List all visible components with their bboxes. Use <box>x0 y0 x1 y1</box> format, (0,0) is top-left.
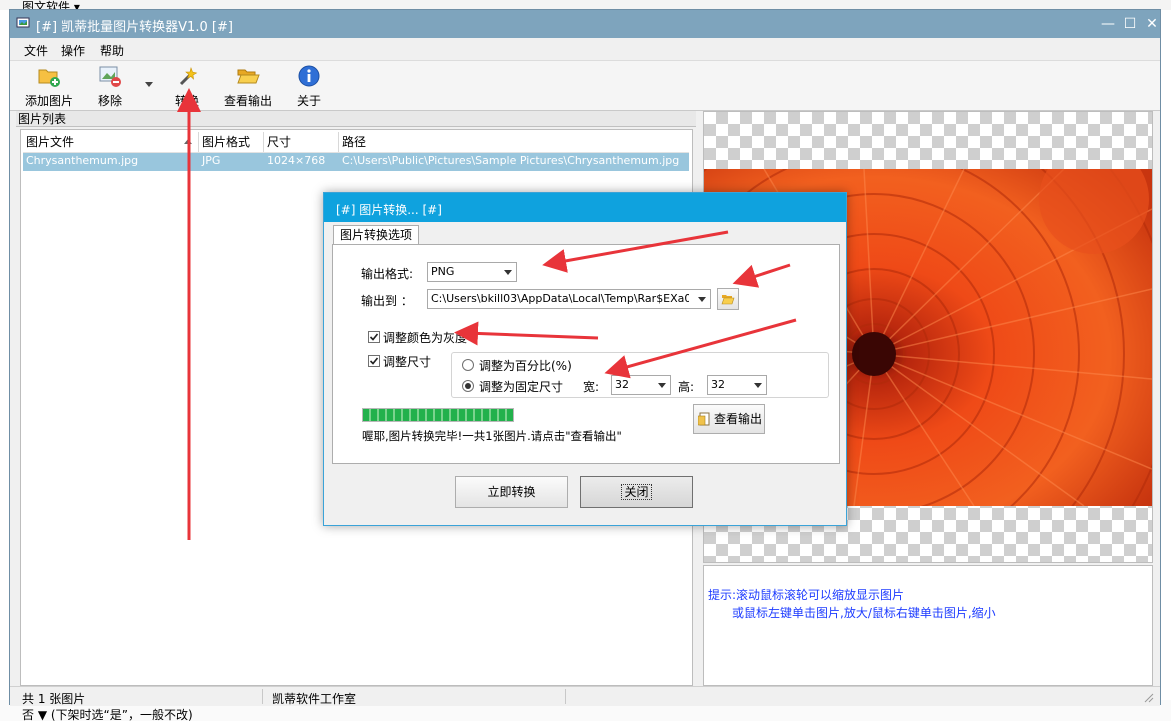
app-icon <box>16 17 30 28</box>
chevron-down-icon <box>504 270 512 275</box>
width-select[interactable]: 32 <box>611 375 671 395</box>
image-list-caption: 图片列表 <box>16 111 696 127</box>
background-bottom-text: 否 ▼ (下架时选“是”，一般不改) <box>22 708 193 722</box>
column-header-format[interactable]: 图片格式 <box>199 132 264 152</box>
title-bar[interactable]: [#] 凯蒂批量图片转换器V1.0 [#] — ☐ ✕ <box>10 10 1160 38</box>
output-to-label: 输出到 ： <box>361 294 413 308</box>
fixed-size-radio[interactable] <box>462 380 474 392</box>
hint-area: 提示:滚动鼠标滚轮可以缩放显示图片 或鼠标左键单击图片,放大/鼠标右键单击图片,… <box>703 565 1153 686</box>
remove-label: 移除 <box>97 94 122 108</box>
cell-size: 1024×768 <box>267 154 326 167</box>
convert-button[interactable]: 转换 <box>166 61 208 109</box>
image-remove-icon <box>99 66 121 87</box>
output-path-select[interactable]: C:\Users\bkill03\AppData\Local\Temp\Rar$… <box>427 289 711 309</box>
resize-options-group: 调整为百分比(%) 调整为固定尺寸 宽: 32 高: 32 <box>451 352 829 398</box>
folder-open-icon <box>721 295 735 305</box>
cell-path: C:\Users\Public\Pictures\Sample Pictures… <box>342 154 680 167</box>
add-image-label: 添加图片 <box>24 94 73 108</box>
menu-file[interactable]: 文件 <box>24 42 48 59</box>
grayscale-label[interactable]: 调整颜色为灰度 <box>383 329 467 346</box>
sort-ascending-icon <box>184 139 192 144</box>
resize-checkbox[interactable] <box>368 355 380 367</box>
chevron-down-icon <box>698 297 706 302</box>
check-icon <box>369 357 379 365</box>
chevron-down-icon <box>754 383 762 388</box>
image-count: 共 1 张图片 <box>22 692 86 706</box>
cell-format: JPG <box>202 154 221 167</box>
check-icon <box>369 333 379 341</box>
remove-button[interactable]: 移除 <box>88 61 132 109</box>
resize-label[interactable]: 调整尺寸 <box>383 353 431 370</box>
menu-operate[interactable]: 操作 <box>61 42 85 59</box>
fixed-size-label[interactable]: 调整为固定尺寸 <box>479 378 563 395</box>
resize-grip-icon[interactable] <box>1142 691 1154 703</box>
cell-file: Chrysanthemum.jpg <box>26 154 139 167</box>
status-bar: 共 1 张图片 凯蒂软件工作室 <box>10 686 1160 706</box>
hint-line-1: 提示:滚动鼠标滚轮可以缩放显示图片 <box>708 588 905 602</box>
column-header-file[interactable]: 图片文件 <box>23 132 199 152</box>
convert-now-button[interactable]: 立即转换 <box>455 476 568 508</box>
browse-folder-button[interactable] <box>717 288 739 310</box>
add-image-button[interactable]: 添加图片 <box>18 61 80 109</box>
progress-fill <box>363 409 513 421</box>
percent-radio[interactable] <box>462 359 474 371</box>
column-header-path[interactable]: 路径 <box>339 132 689 152</box>
width-label: 宽: <box>583 380 600 394</box>
percent-label[interactable]: 调整为百分比(%) <box>479 357 572 374</box>
conversion-progress-bar <box>362 408 514 422</box>
menu-bar: 文件 操作 帮助 <box>10 38 1160 61</box>
conversion-message: 喔耶,图片转换完毕!一共1张图片.请点击"查看输出" <box>362 429 622 443</box>
menu-help[interactable]: 帮助 <box>100 42 124 59</box>
output-format-select[interactable]: PNG <box>427 262 517 282</box>
folder-open-icon <box>237 69 260 84</box>
close-button[interactable]: ✕ <box>1142 14 1162 34</box>
remove-dropdown-arrow[interactable] <box>145 82 153 87</box>
dialog-title: [#] 图片转换... [#] <box>336 203 442 217</box>
convert-dialog: [#] 图片转换... [#] 图片转换选项 输出格式: PNG 输出到 ： C… <box>323 192 847 526</box>
window-title: [#] 凯蒂批量图片转换器V1.0 [#] <box>36 20 233 35</box>
view-output-button[interactable]: 查看输出 <box>220 61 276 109</box>
height-label: 高: <box>678 380 695 394</box>
convert-options-panel: 输出格式: PNG 输出到 ： C:\Users\bkill03\AppData… <box>332 244 840 464</box>
height-select[interactable]: 32 <box>707 375 767 395</box>
tab-convert-options[interactable]: 图片转换选项 <box>333 225 419 245</box>
minimize-button[interactable]: — <box>1098 14 1118 34</box>
status-separator <box>262 689 263 704</box>
status-separator <box>565 689 566 704</box>
studio-name: 凯蒂软件工作室 <box>272 692 357 706</box>
about-label: 关于 <box>296 94 321 108</box>
magic-wand-icon <box>179 66 198 86</box>
folder-add-icon <box>38 69 60 87</box>
hint-line-2: 或鼠标左键单击图片,放大/鼠标右键单击图片,缩小 <box>732 606 996 620</box>
output-format-label: 输出格式: <box>361 267 414 281</box>
dialog-title-bar[interactable]: [#] 图片转换... [#] <box>324 193 846 222</box>
toolbar: 添加图片 移除 转换 查看输出 关于 <box>10 61 1160 111</box>
view-output-label: 查看输出 <box>223 94 272 108</box>
maximize-button[interactable]: ☐ <box>1120 14 1140 34</box>
chevron-down-icon <box>658 383 666 388</box>
grayscale-checkbox[interactable] <box>368 331 380 343</box>
dialog-close-button[interactable]: 关闭 <box>580 476 693 508</box>
close-button-label: 关闭 <box>621 484 652 500</box>
info-icon <box>298 65 320 87</box>
document-icon <box>698 412 710 426</box>
about-button[interactable]: 关于 <box>290 61 328 109</box>
dialog-view-output-button[interactable]: 查看输出 <box>693 404 765 434</box>
convert-label: 转换 <box>174 94 199 108</box>
column-header-size[interactable]: 尺寸 <box>264 132 339 152</box>
